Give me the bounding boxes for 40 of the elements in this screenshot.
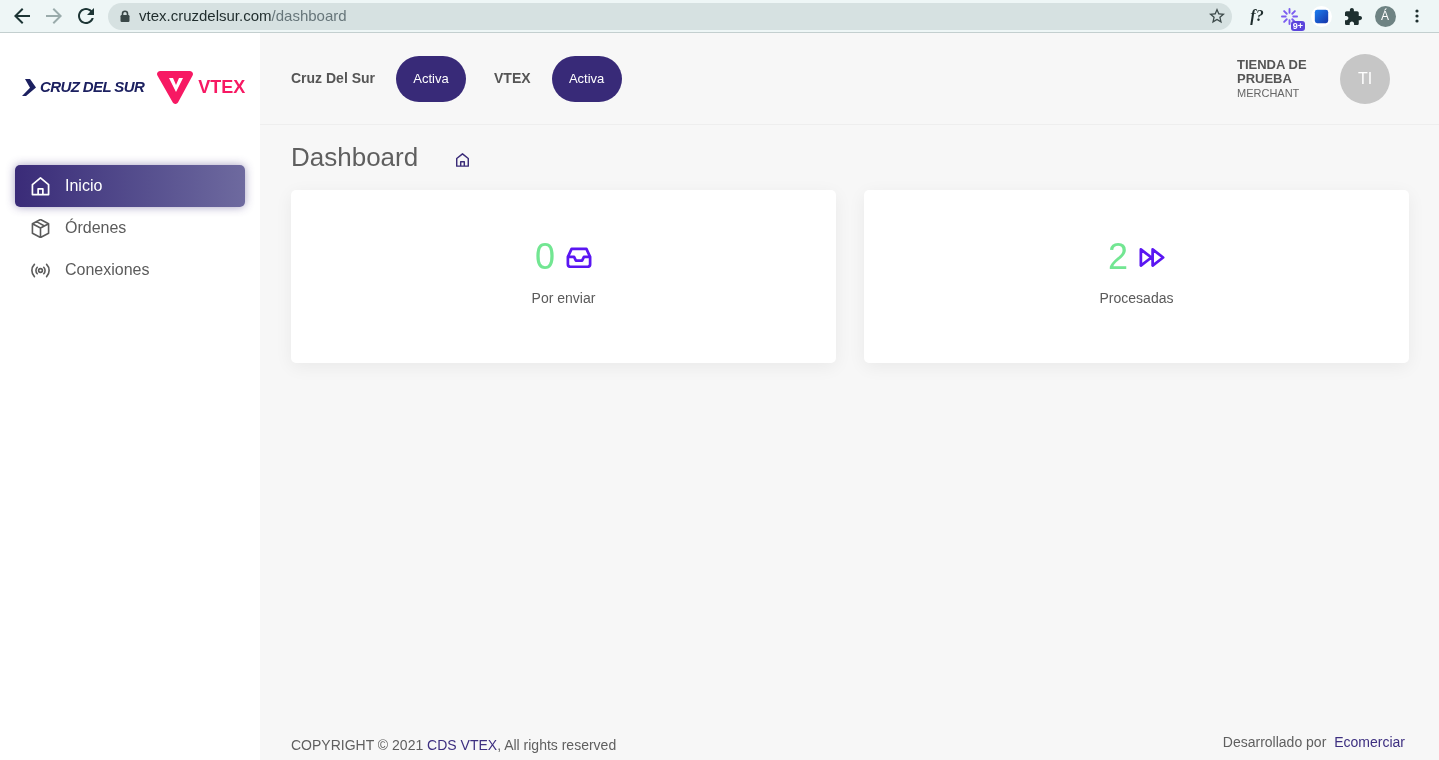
stat-value: 2: [1108, 235, 1128, 279]
nav-item[interactable]: Órdenes: [15, 207, 245, 249]
page-title: Dashboard: [291, 141, 419, 173]
inbox-icon: [566, 246, 592, 268]
chevron-logo-icon: [22, 78, 36, 96]
reload-icon[interactable]: [78, 8, 94, 24]
copyright-text: COPYRIGHT © 2021 CDS VTEX, All rights reserved: [291, 736, 617, 755]
profile-avatar[interactable]: Á: [1374, 5, 1396, 27]
home-icon: [31, 176, 50, 196]
stat-label: Procesadas: [1099, 289, 1174, 308]
credit-text: Desarrollado por Ecomerciar: [1222, 733, 1405, 752]
sparkle-icon[interactable]: [1280, 7, 1298, 25]
stat-label: Por enviar: [531, 289, 596, 308]
status-pill: Activa: [551, 55, 622, 102]
logo-text: CRUZ DEL SUR: [40, 78, 145, 96]
home-icon[interactable]: [456, 153, 470, 167]
extension-button[interactable]: f?: [1250, 7, 1264, 25]
app-tile-icon[interactable]: [1310, 5, 1332, 27]
back-arrow-icon[interactable]: [14, 8, 30, 24]
box-icon: [31, 218, 50, 238]
connection-name: Cruz Del Sur: [291, 69, 375, 88]
stat-value: 0: [535, 235, 555, 279]
nav-item[interactable]: Conexiones: [15, 249, 245, 291]
user-role: MERCHANT: [1237, 85, 1301, 100]
footer-link[interactable]: Ecomerciar: [1334, 734, 1405, 750]
puzzle-icon[interactable]: [1344, 7, 1362, 25]
logo-text: VTEX: [198, 77, 246, 97]
connection-name: VTEX: [494, 69, 531, 88]
vtex-logo-icon: [157, 70, 194, 104]
notification-badge: 9+: [1290, 21, 1305, 31]
menu-icon[interactable]: [1415, 9, 1419, 23]
status-pill: Activa: [396, 55, 466, 102]
user-avatar: TI: [1340, 53, 1390, 104]
star-icon[interactable]: [1209, 8, 1225, 24]
nav-item[interactable]: Inicio: [15, 165, 245, 207]
url-text[interactable]: vtex.cruzdelsur.com/dashboard: [139, 7, 347, 25]
store-name: TIENDA DE PRUEBA: [1237, 57, 1308, 86]
address-bar[interactable]: vtex.cruzdelsur.com/dashboard: [108, 2, 1232, 30]
fast-forward-icon: [1139, 246, 1165, 268]
lock-icon: [120, 10, 130, 22]
